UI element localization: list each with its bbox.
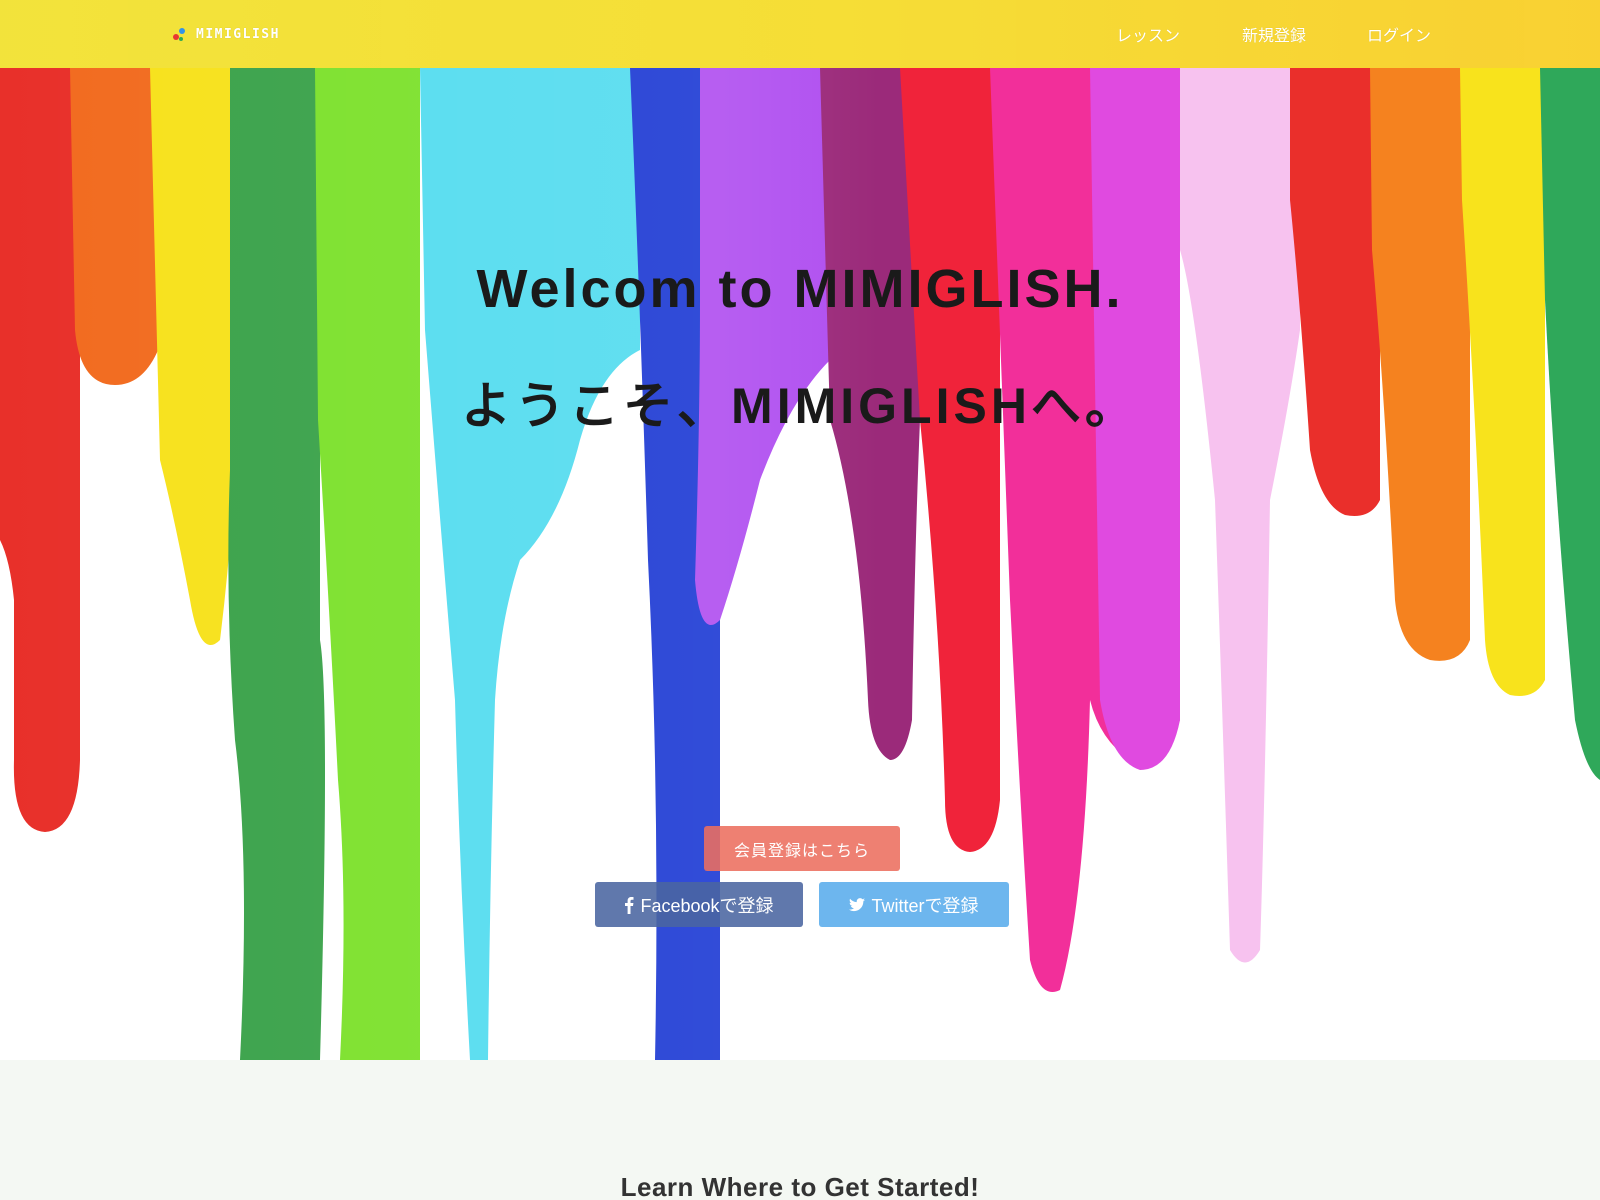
nav-link-login[interactable]: ログイン: [1367, 22, 1431, 46]
section-title: Learn Where to Get Started!: [620, 1172, 980, 1200]
brand-name: MIMIGLISH: [196, 26, 280, 42]
nav-link-signup[interactable]: 新規登録: [1242, 22, 1306, 46]
brand-logo-link[interactable]: MIMIGLISH: [172, 22, 280, 46]
hero-headline-en: Welcom to MIMIGLISH.: [476, 259, 1124, 319]
register-button[interactable]: 会員登録はこちら: [704, 826, 900, 871]
twitter-signup-button[interactable]: Twitterで登録: [819, 882, 1009, 927]
nav-link-lessons[interactable]: レッスン: [1116, 22, 1180, 46]
twitter-button-label: Twitterで登録: [871, 895, 979, 916]
twitter-icon: [849, 897, 866, 912]
facebook-icon: [624, 896, 634, 914]
paint-drop-icon: [173, 28, 185, 41]
hero-headline-jp: ようこそ、MIMIGLISHへ。: [461, 378, 1139, 434]
facebook-signup-button[interactable]: Facebookで登録: [595, 882, 803, 927]
top-navbar: MIMIGLISH レッスン 新規登録 ログイン: [0, 0, 1600, 68]
get-started-section: Learn Where to Get Started!: [0, 1060, 1600, 1200]
register-button-label: 会員登録はこちら: [733, 842, 870, 860]
facebook-button-label: Facebookで登録: [640, 895, 774, 916]
